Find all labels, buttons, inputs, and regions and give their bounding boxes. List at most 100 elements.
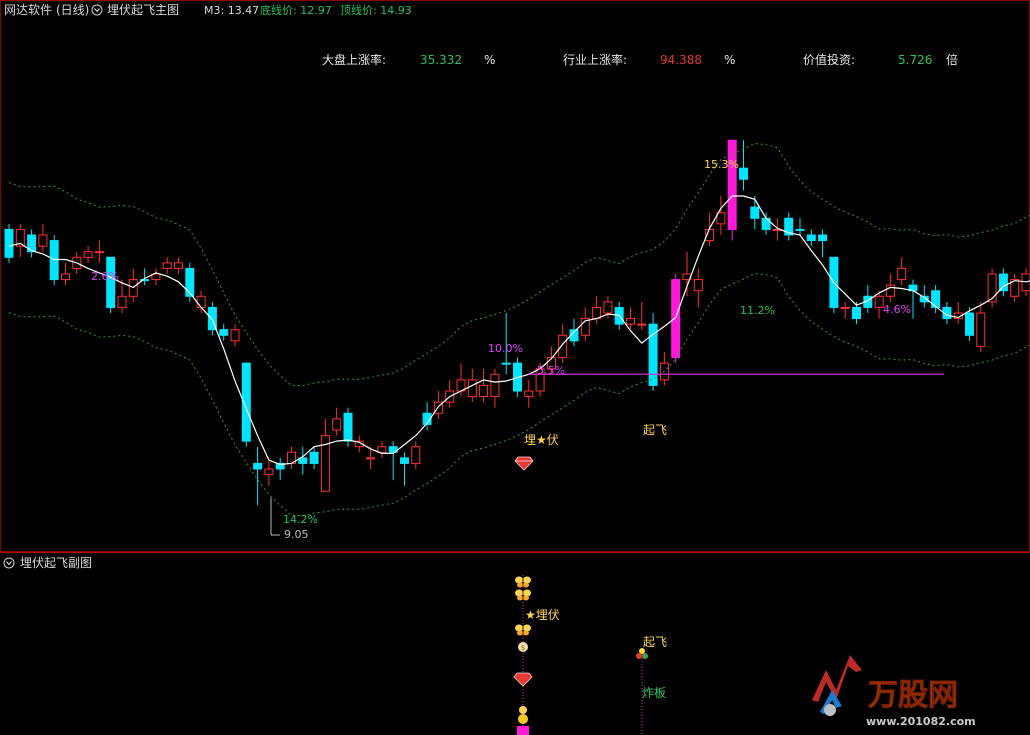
takeoff-label: 起飞: [643, 423, 667, 437]
candle[interactable]: [592, 296, 602, 325]
candle[interactable]: [253, 446, 263, 506]
candle[interactable]: [682, 251, 692, 297]
candle[interactable]: [400, 452, 409, 486]
candle[interactable]: [433, 391, 443, 419]
candle-body: [897, 267, 907, 281]
limit-break-label: 炸板: [642, 686, 666, 700]
candle[interactable]: [840, 301, 850, 319]
candle[interactable]: [230, 324, 240, 347]
candle[interactable]: [818, 229, 828, 258]
candle[interactable]: [897, 257, 907, 286]
candle[interactable]: [298, 446, 308, 475]
candle[interactable]: [207, 301, 217, 336]
pct-label-15-3: 15.3%: [704, 158, 739, 171]
candle-body: [874, 295, 884, 308]
candle-body: [83, 251, 93, 258]
candle-body: [671, 279, 681, 359]
candle[interactable]: [953, 301, 963, 325]
candle[interactable]: [479, 368, 489, 403]
candle[interactable]: [750, 196, 760, 230]
candle[interactable]: [27, 229, 37, 258]
candle[interactable]: [671, 274, 681, 364]
candle[interactable]: [241, 362, 251, 447]
candle[interactable]: [320, 418, 330, 492]
candle[interactable]: [976, 301, 986, 352]
candle-body: [309, 451, 319, 464]
candle-body: [117, 295, 127, 308]
gem-icon: [514, 456, 534, 471]
candle[interactable]: [38, 223, 48, 252]
main-chart[interactable]: 网达软件 (日线) 埋伏起飞主图 M3: 13.47 底线价: 12.97 顶线价: 14…: [0, 0, 1030, 735]
candle[interactable]: [648, 313, 658, 391]
candle[interactable]: [151, 268, 161, 286]
candle[interactable]: [739, 140, 748, 191]
sub-collapse-toggle-icon[interactable]: [3, 557, 15, 569]
value-invest-unit: 倍: [946, 52, 958, 67]
candle[interactable]: [332, 407, 342, 436]
candle-body: [196, 295, 206, 308]
candle[interactable]: [264, 457, 274, 486]
candle[interactable]: [490, 368, 500, 408]
collapse-toggle-icon[interactable]: [91, 4, 103, 16]
money-bag-icon: $: [518, 642, 528, 652]
candle[interactable]: [761, 212, 771, 235]
candle[interactable]: [15, 223, 25, 258]
candle-body: [366, 457, 376, 460]
candle[interactable]: [106, 256, 116, 313]
gem-icon: [513, 672, 533, 687]
candle-body: [94, 251, 104, 254]
candle-body: [332, 418, 342, 431]
candle-body: [840, 306, 850, 309]
candle-body: [38, 234, 48, 247]
industry-rise-label: 行业上涨率:: [563, 52, 627, 67]
candle-body: [761, 217, 771, 230]
candle[interactable]: [445, 379, 455, 408]
candle[interactable]: [716, 196, 726, 235]
candle[interactable]: [806, 229, 816, 247]
logo-arrow-icon: [812, 655, 862, 702]
candle[interactable]: [219, 324, 229, 341]
candle[interactable]: [162, 257, 172, 274]
pct-label-2-6: 2.6%: [91, 270, 119, 283]
candle-body: [501, 362, 511, 365]
candle-body: [264, 468, 274, 476]
candle[interactable]: [94, 240, 104, 263]
candle[interactable]: [377, 441, 387, 458]
candle[interactable]: [637, 301, 647, 330]
candle[interactable]: [309, 446, 319, 469]
top-price-value: 顶线价: 14.93: [340, 3, 412, 17]
candle[interactable]: [998, 268, 1008, 297]
candle[interactable]: [61, 262, 70, 286]
pct-label-14-2: 14.2%: [283, 513, 318, 526]
candle[interactable]: [4, 223, 14, 263]
candle-body: [230, 329, 240, 342]
candle[interactable]: [174, 257, 183, 274]
candle[interactable]: [784, 212, 794, 241]
period-label: (日线): [56, 3, 89, 17]
cluster-icon: [636, 648, 648, 659]
pct-label-5-5: 5.5%: [537, 364, 565, 377]
logo-dollar-icon: [824, 704, 836, 716]
brand-logo: 万股网 www.201082.com: [812, 655, 976, 728]
main-indicator-name: 埋伏起飞主图: [107, 3, 179, 17]
candle[interactable]: [287, 446, 296, 469]
bottom-price-value: 底线价: 12.97: [260, 3, 332, 17]
candle[interactable]: [693, 268, 703, 308]
candle[interactable]: [795, 218, 805, 235]
candle-body: [626, 318, 635, 325]
candle[interactable]: [83, 246, 93, 263]
candle[interactable]: [987, 268, 997, 308]
candle[interactable]: [524, 379, 534, 408]
moving-average-line: [8, 195, 1030, 466]
candle-body: [377, 446, 387, 453]
candle-body: [739, 167, 748, 180]
candle[interactable]: [1010, 274, 1020, 302]
candle-body: [524, 390, 534, 398]
candle[interactable]: [388, 441, 398, 481]
candle[interactable]: [411, 441, 421, 469]
value-invest-label: 价值投资:: [803, 52, 855, 67]
industry-rise-value: 94.388: [660, 53, 702, 67]
candle-body: [806, 234, 816, 242]
candle[interactable]: [275, 457, 285, 481]
candle-body: [411, 446, 421, 464]
